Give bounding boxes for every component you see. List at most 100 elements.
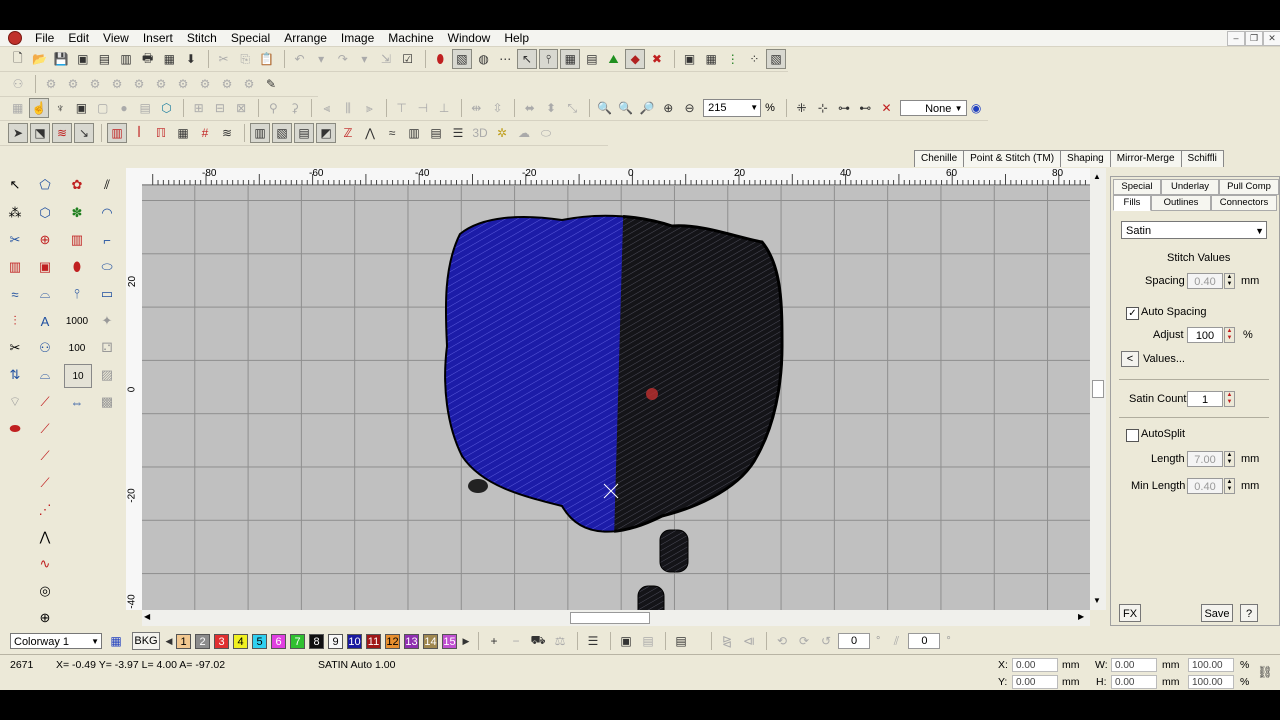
node-type-select[interactable]: None ▼ [900, 100, 967, 116]
line-tool-2-icon[interactable]: ⟋ [34, 418, 56, 440]
knife-tool-icon[interactable]: ✂ [4, 229, 26, 251]
clone-tool-icon[interactable]: ⚁ [96, 337, 118, 359]
spacing-field[interactable]: 0.40 [1187, 273, 1223, 289]
show-points-icon[interactable]: ↖ [517, 49, 537, 69]
color-swatch-8[interactable]: 8 [309, 633, 324, 649]
lock-b-icon[interactable]: ⚳ [285, 98, 304, 118]
anchor-tool-icon[interactable]: ⫯ [66, 283, 88, 305]
bezier-tool-icon[interactable]: ⬠ [34, 174, 56, 196]
lips-tool-icon[interactable]: ⬬ [4, 418, 26, 440]
diagonal-lines-icon[interactable]: ⫽ [96, 174, 118, 196]
color-swatch-6[interactable]: 6 [271, 633, 286, 649]
spacing-stepper[interactable]: ▲ ▼ [1224, 273, 1235, 289]
frame-tool-icon[interactable]: ▢ [93, 98, 112, 118]
length-field[interactable]: 7.00 [1187, 451, 1223, 467]
write-disk-icon[interactable]: ⬇ [181, 49, 201, 69]
color-wheel-icon[interactable]: ◉ [967, 98, 986, 118]
node-tool-a-icon[interactable]: ⁜ [792, 98, 811, 118]
undo-icon[interactable]: ↶ [290, 49, 310, 69]
3d-icon[interactable]: 3D [470, 123, 490, 143]
split-tool-icon[interactable]: ⇅ [4, 364, 26, 386]
zoom-box-icon[interactable]: 🔍 [595, 98, 614, 118]
tab-connectors[interactable]: Connectors [1211, 195, 1277, 211]
menu-file[interactable]: File [28, 30, 61, 46]
zoom-level-select[interactable]: 215 ▼ [703, 99, 762, 117]
tab-point-stitch[interactable]: Point & Stitch (TM) [963, 150, 1062, 167]
satin-fill-icon[interactable]: ▥ [107, 123, 127, 143]
color-swatch-1[interactable]: 1 [176, 633, 191, 649]
zoom-fit-icon[interactable]: 🔎 [637, 98, 656, 118]
expand-tool-icon[interactable]: ⇔ [66, 391, 88, 413]
target-tool-icon[interactable]: ◎ [34, 580, 56, 602]
color-swatch-14[interactable]: 14 [423, 633, 438, 649]
image-tool-icon[interactable]: ▣ [72, 98, 91, 118]
film-icon[interactable]: ▣ [616, 631, 636, 651]
needle-tool-icon[interactable]: ⬮ [66, 256, 88, 278]
grid-settings-icon[interactable]: ▦ [701, 49, 721, 69]
x-field[interactable]: 0.00 [1012, 658, 1058, 672]
line-tool-4-icon[interactable]: ⟋ [34, 472, 56, 494]
align-d-icon[interactable]: ⚙ [107, 74, 127, 94]
print-preview-icon[interactable]: ▥ [116, 49, 136, 69]
menu-window[interactable]: Window [441, 30, 498, 46]
mirror-h-icon[interactable]: ⧎ [717, 631, 737, 651]
design-shape[interactable] [444, 214, 784, 610]
auto-spacing-checkbox[interactable]: ✓ [1126, 307, 1139, 320]
shape-icon[interactable]: ⬭ [536, 123, 556, 143]
h-field[interactable]: 0.00 [1111, 675, 1157, 689]
transform-icon[interactable]: ⇲ [376, 49, 396, 69]
pin-tool-icon[interactable]: ♆ [51, 98, 70, 118]
align-j-icon[interactable]: ⚙ [239, 74, 259, 94]
satin-count-field[interactable]: 1 [1187, 391, 1223, 407]
show-grid-icon[interactable]: ▦ [560, 49, 581, 69]
scroll-down-icon[interactable]: ▼ [1093, 596, 1101, 605]
ripple-stitch-icon[interactable]: ≈ [382, 123, 402, 143]
menu-edit[interactable]: Edit [61, 30, 96, 46]
color-swatch-9[interactable]: 9 [328, 633, 343, 649]
colorway-select[interactable]: Colorway 1 ▼ [10, 633, 102, 649]
tab-chenille[interactable]: Chenille [914, 150, 965, 167]
save-icon[interactable]: 💾 [51, 49, 71, 69]
color-sort-icon[interactable]: ⁘ [745, 49, 765, 69]
texture-tool-icon[interactable]: ▩ [96, 391, 118, 413]
open-folder-icon[interactable]: 📂 [30, 49, 50, 69]
undo-dropdown-icon[interactable]: ▾ [311, 49, 331, 69]
machine-icon[interactable]: ▦ [159, 49, 179, 69]
copy-icon[interactable]: ⎘ [235, 49, 255, 69]
sequence-icon[interactable]: ⋮ [723, 49, 743, 69]
zigzag-line-icon[interactable]: ⋀ [34, 526, 56, 548]
sparkle-select-icon[interactable]: ⁂ [4, 202, 26, 224]
color-swatch-3[interactable]: 3 [214, 633, 229, 649]
line-tool-icon[interactable]: ⟋ [34, 391, 56, 413]
scale-w-field[interactable]: 100.00 [1188, 658, 1234, 672]
align-left-icon[interactable]: ⫷ [317, 98, 336, 118]
adjust-stepper[interactable]: ▲ ▼ [1224, 327, 1235, 343]
hide-icon[interactable]: ✖ [647, 49, 667, 69]
menu-arrange[interactable]: Arrange [277, 30, 334, 46]
text-tool-icon[interactable]: A [34, 310, 56, 332]
rotate-left-icon[interactable]: ⟲ [772, 631, 792, 651]
show-image-icon[interactable]: ⛰ [604, 49, 624, 69]
tab-special[interactable]: Special [1113, 179, 1161, 195]
length-stepper[interactable]: ▲ ▼ [1224, 451, 1235, 467]
align-f-icon[interactable]: ⚙ [151, 74, 171, 94]
show-connectors-icon[interactable]: ⋯ [495, 49, 515, 69]
group-icon[interactable]: ⚇ [8, 74, 28, 94]
color-swatch-13[interactable]: 13 [404, 633, 419, 649]
node-tool-d-icon[interactable]: ⊷ [856, 98, 875, 118]
cut-icon[interactable]: ✂ [214, 49, 234, 69]
node-tool-b-icon[interactable]: ⊹ [813, 98, 832, 118]
shape-select-icon[interactable]: ⬡ [34, 202, 56, 224]
color-swatch-11[interactable]: 11 [366, 633, 381, 649]
menu-image[interactable]: Image [334, 30, 381, 46]
app-logo-icon[interactable] [8, 31, 22, 45]
machine-color-icon[interactable]: ⛟ [528, 631, 548, 651]
color-swatch-4[interactable]: 4 [233, 633, 248, 649]
stitch-edit-icon[interactable]: ≋ [52, 123, 72, 143]
redo-icon[interactable]: ↷ [333, 49, 353, 69]
motif-fill-icon[interactable]: # [195, 123, 215, 143]
mirror-v-icon[interactable]: ⧏ [739, 631, 759, 651]
tab-pull-comp[interactable]: Pull Comp [1219, 179, 1279, 195]
scale-h-field[interactable]: 100.00 [1188, 675, 1234, 689]
color-swatch-2[interactable]: 2 [195, 633, 210, 649]
